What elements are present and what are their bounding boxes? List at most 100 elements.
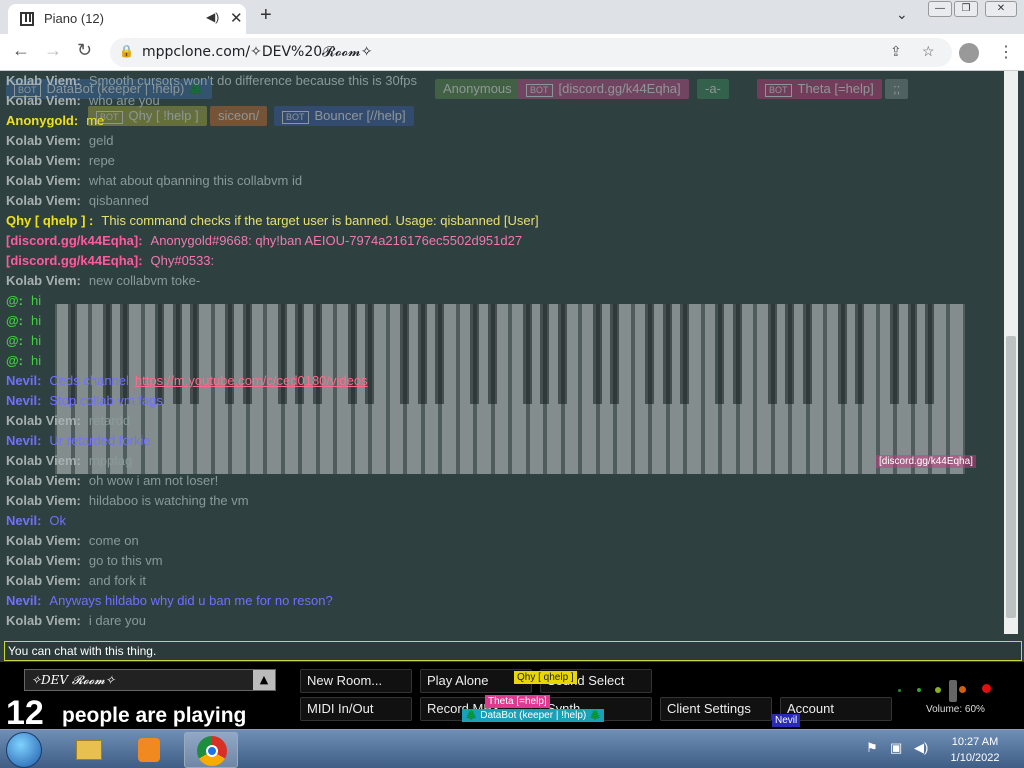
- participant-name-tag[interactable]: Anonymous: [435, 79, 520, 99]
- chat-username[interactable]: Kolab Viem:: [6, 73, 81, 88]
- profile-avatar-icon[interactable]: [959, 43, 979, 63]
- midi-button[interactable]: MIDI In/Out: [300, 697, 412, 721]
- piano-white-key[interactable]: [809, 304, 823, 474]
- room-dropdown-arrow-icon[interactable]: ▲: [253, 670, 275, 690]
- piano-black-key[interactable]: [855, 304, 864, 404]
- participant-name-tag[interactable]: ;;: [885, 79, 909, 99]
- piano-white-key[interactable]: [739, 304, 753, 474]
- tray-network-icon[interactable]: ▣: [890, 740, 902, 756]
- new-tab-button[interactable]: +: [260, 4, 272, 27]
- chat-username[interactable]: Kolab Viem:: [6, 573, 81, 588]
- chat-username[interactable]: Qhy [ qhelp ] :: [6, 213, 93, 228]
- piano-black-key[interactable]: [732, 304, 742, 404]
- taskbar-clock[interactable]: 10:27 AM 1/10/2022: [940, 734, 1010, 766]
- piano-black-key[interactable]: [767, 304, 777, 404]
- chat-input[interactable]: [4, 641, 1022, 661]
- reload-icon[interactable]: ↻: [77, 40, 92, 61]
- piano-white-key[interactable]: [442, 304, 456, 474]
- piano-white-key[interactable]: [687, 304, 701, 474]
- participant-name-tag[interactable]: BOT [discord.gg/k44Eqha]: [518, 79, 689, 99]
- piano-black-key[interactable]: [487, 304, 497, 404]
- chat-username[interactable]: Kolab Viem:: [6, 93, 81, 108]
- chat-username[interactable]: Kolab Viem:: [6, 153, 81, 168]
- piano-black-key[interactable]: [400, 304, 409, 404]
- chat-link[interactable]: https://m.youtube.com/c/ced0180/videos: [135, 373, 368, 388]
- browser-tab[interactable]: Piano (12) ◀) ✕: [8, 4, 246, 34]
- chat-username[interactable]: Nevil:: [6, 373, 41, 388]
- chat-username[interactable]: Nevil:: [6, 433, 41, 448]
- chat-username[interactable]: @:: [6, 353, 23, 368]
- forward-icon[interactable]: →: [44, 40, 62, 61]
- chat-username[interactable]: Anonygold:: [6, 113, 78, 128]
- maximize-button[interactable]: ❐: [954, 1, 978, 17]
- address-bar[interactable]: 🔒 mppclone.com/✧DEV%20𝓡𝓸𝓸𝓶✧ ⇪ ☆: [110, 38, 952, 67]
- participant-name-tag[interactable]: -a-: [697, 79, 729, 99]
- chat-username[interactable]: Nevil:: [6, 593, 41, 608]
- room-selector[interactable]: ✧DEV 𝓡𝓸𝓸𝓶✧ ▲: [24, 669, 276, 691]
- piano-white-key[interactable]: [494, 304, 508, 474]
- chat-username[interactable]: @:: [6, 293, 23, 308]
- bookmark-star-icon[interactable]: ☆: [922, 43, 935, 60]
- chat-username[interactable]: Kolab Viem:: [6, 173, 81, 188]
- chat-username[interactable]: Kolab Viem:: [6, 493, 81, 508]
- chat-username[interactable]: Kolab Viem:: [6, 453, 81, 468]
- chat-username[interactable]: Nevil:: [6, 513, 41, 528]
- piano-black-key[interactable]: [715, 304, 724, 404]
- participant-name-tag[interactable]: BOT Theta [=help]: [757, 79, 882, 99]
- participant-name-tag[interactable]: siceon/: [210, 106, 268, 126]
- volume-knob[interactable]: [949, 680, 957, 702]
- chat-scrollbar[interactable]: [1004, 71, 1018, 634]
- chat-username[interactable]: Kolab Viem:: [6, 533, 81, 548]
- piano-black-key[interactable]: [540, 304, 549, 404]
- chat-username[interactable]: Kolab Viem:: [6, 413, 81, 428]
- piano-black-key[interactable]: [435, 304, 444, 404]
- browser-menu-icon[interactable]: ⋮: [998, 42, 1014, 62]
- chat-username[interactable]: @:: [6, 313, 23, 328]
- chat-username[interactable]: Nevil:: [6, 393, 41, 408]
- piano-black-key[interactable]: [802, 304, 812, 404]
- piano-black-key[interactable]: [680, 304, 689, 404]
- client-settings-button[interactable]: Client Settings: [660, 697, 772, 721]
- piano-black-key[interactable]: [522, 304, 532, 404]
- new-room-button[interactable]: New Room...: [300, 669, 412, 693]
- close-tab-icon[interactable]: ✕: [230, 9, 243, 27]
- speaker-icon[interactable]: ◀): [206, 10, 219, 24]
- piano-white-key[interactable]: [372, 304, 386, 474]
- piano-black-key[interactable]: [417, 304, 427, 404]
- chat-username[interactable]: [discord.gg/k44Eqha]:: [6, 233, 143, 248]
- piano-white-key[interactable]: [617, 304, 631, 474]
- piano-white-key[interactable]: [932, 304, 946, 474]
- piano-black-key[interactable]: [785, 304, 794, 404]
- piano-white-key[interactable]: [949, 304, 963, 474]
- network-warning-icon[interactable]: ⚑: [866, 740, 878, 756]
- chat-username[interactable]: Kolab Viem:: [6, 613, 81, 628]
- piano-white-key[interactable]: [564, 304, 578, 474]
- volume-tray-icon[interactable]: ◀): [914, 740, 928, 756]
- chat-username[interactable]: Kolab Viem:: [6, 473, 81, 488]
- piano-black-key[interactable]: [610, 304, 619, 404]
- lock-icon[interactable]: 🔒: [119, 44, 134, 58]
- piano-black-key[interactable]: [662, 304, 672, 404]
- piano-black-key[interactable]: [557, 304, 567, 404]
- media-player-icon[interactable]: [122, 732, 176, 768]
- share-icon[interactable]: ⇪: [890, 43, 902, 60]
- start-button[interactable]: [6, 732, 42, 768]
- piano-black-key[interactable]: [925, 304, 934, 404]
- chrome-icon[interactable]: [184, 732, 238, 768]
- chat-username[interactable]: Kolab Viem:: [6, 553, 81, 568]
- tab-search-chevron-icon[interactable]: ⌄: [896, 6, 908, 23]
- piano-black-key[interactable]: [890, 304, 899, 404]
- piano-white-key[interactable]: [862, 304, 876, 474]
- chat-username[interactable]: Kolab Viem:: [6, 193, 81, 208]
- chat-username[interactable]: [discord.gg/k44Eqha]:: [6, 253, 143, 268]
- participant-name-tag[interactable]: BOT Bouncer [//help]: [274, 106, 414, 126]
- chat-username[interactable]: Kolab Viem:: [6, 133, 81, 148]
- scrollbar-thumb[interactable]: [1006, 336, 1016, 618]
- piano-black-key[interactable]: [837, 304, 847, 404]
- piano-black-key[interactable]: [470, 304, 479, 404]
- minimize-button[interactable]: —: [928, 1, 952, 17]
- explorer-icon[interactable]: [62, 732, 116, 768]
- piano-black-key[interactable]: [645, 304, 654, 404]
- back-icon[interactable]: ←: [12, 40, 30, 61]
- chat-username[interactable]: Kolab Viem:: [6, 273, 81, 288]
